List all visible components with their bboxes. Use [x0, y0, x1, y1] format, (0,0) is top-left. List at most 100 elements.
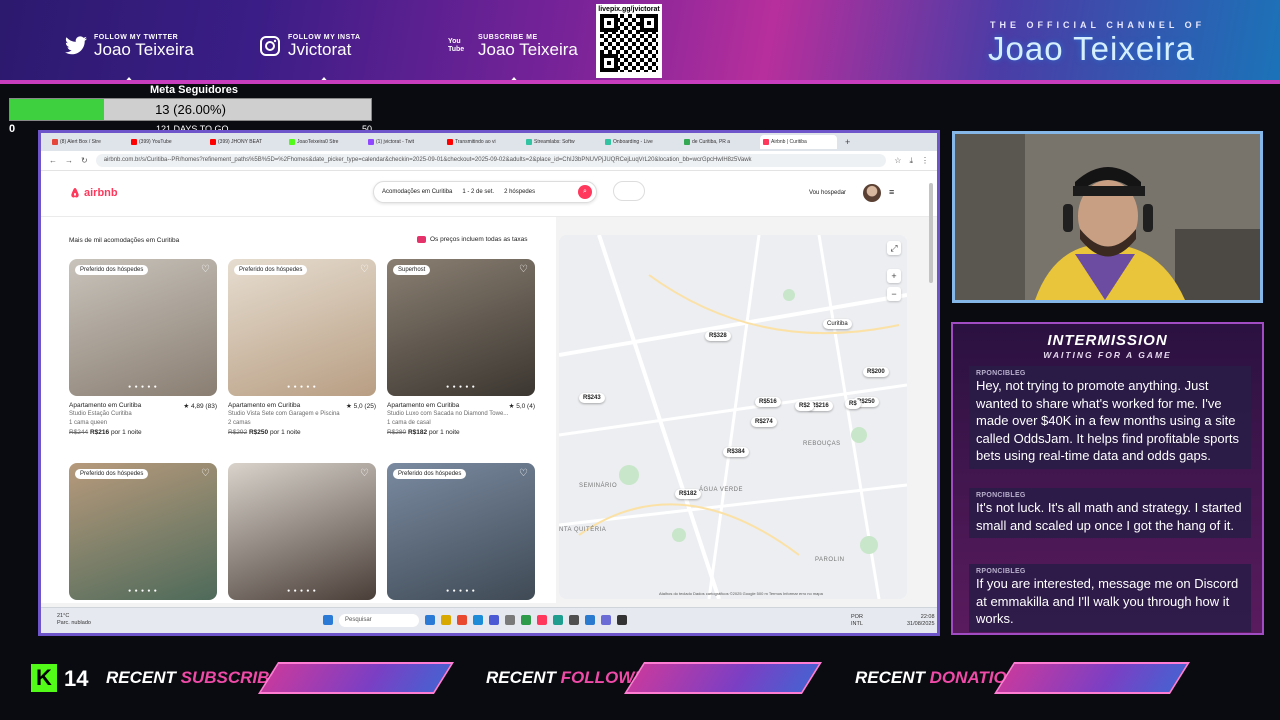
heart-icon[interactable]: ♡ — [519, 264, 528, 275]
page-scrollbar[interactable] — [929, 183, 933, 283]
browser-tab[interactable]: (399) JHONY BEAT — [207, 135, 284, 149]
price-pin[interactable]: R$516 — [755, 397, 781, 407]
map-view[interactable]: R$328 R$200 R$243 R$516 R$216 R$250 R$274 R$384… — [559, 235, 907, 599]
heart-icon[interactable]: ♡ — [519, 468, 528, 479]
taskbar-app-icon[interactable] — [489, 615, 499, 625]
taskbar-app-icon[interactable] — [457, 615, 467, 625]
qr-icon — [600, 14, 658, 72]
browser-tab[interactable]: Onboarding - Live — [602, 135, 679, 149]
listing-card[interactable]: Preferido dos hóspedes ♡ ● ● ● ● ● Apartame… — [69, 259, 217, 436]
listing-title: Apartamento em Curitiba — [228, 402, 301, 409]
heart-icon[interactable]: ♡ — [201, 468, 210, 479]
listing-card[interactable]: Preferido dos hóspedes ♡ ● ● ● ● ● Apartame… — [228, 259, 376, 436]
taskbar-clock[interactable]: 22:08 31/08/2025 — [907, 614, 935, 628]
heart-icon[interactable]: ♡ — [360, 264, 369, 275]
chat-username: RPONCIBLEG — [976, 370, 1026, 377]
filters-button[interactable]: Filtros — [613, 181, 646, 201]
address-bar[interactable]: airbnb.com.br/s/Curitiba--PR/homes?refin… — [95, 154, 887, 167]
browser-tab[interactable]: JoaoTeixeira0 Stre — [286, 135, 363, 149]
fullscreen-icon[interactable]: ⤢ — [887, 241, 901, 255]
listing-card[interactable]: ♡ ● ● ● ● ● — [228, 463, 376, 600]
star-icon[interactable]: ☆ — [894, 156, 901, 165]
browser-tab[interactable]: Streamlabs: Softw — [523, 135, 600, 149]
language-indicator[interactable]: POR INTL — [851, 614, 863, 628]
host-link[interactable]: Vou hospedar — [809, 190, 846, 196]
youtube-name: Joao Teixeira — [478, 40, 578, 59]
current-price: R$216 — [89, 429, 110, 436]
search-dates[interactable]: 1 - 2 de set. — [462, 189, 494, 195]
taskbar-app-icon[interactable] — [473, 615, 483, 625]
price-pin[interactable]: R$182 — [675, 489, 701, 499]
taskbar-app-icon[interactable] — [569, 615, 579, 625]
price-pin[interactable]: R$2 — [795, 401, 815, 411]
price-pin[interactable]: R$274 — [751, 417, 777, 427]
new-tab-icon[interactable]: + — [845, 137, 850, 147]
search-guests[interactable]: 2 hóspedes — [504, 189, 535, 195]
hamburger-menu-icon[interactable]: ≡ — [889, 187, 894, 197]
taskbar-app-icon[interactable] — [585, 615, 595, 625]
heart-icon[interactable]: ♡ — [360, 468, 369, 479]
taskbar-app-icon[interactable] — [521, 615, 531, 625]
airbnb-search-pill[interactable]: Acomodações em Curitiba 1 - 2 de set. 2 … — [373, 181, 597, 203]
taskbar-app-icon[interactable] — [441, 615, 451, 625]
tab-label: (399) YouTube — [139, 139, 172, 145]
screen-capture: (8) Alert Box / Stre (399) YouTube (399) J… — [38, 130, 940, 636]
tab-favicon-icon — [210, 139, 216, 145]
taskbar-app-icon[interactable] — [505, 615, 515, 625]
back-icon[interactable]: ← — [49, 156, 57, 165]
forward-icon[interactable]: → — [65, 156, 73, 165]
carousel-dots-icon: ● ● ● ● ● — [446, 588, 476, 594]
browser-tab[interactable]: (399) YouTube — [128, 135, 205, 149]
price-pin[interactable]: R$243 — [579, 393, 605, 403]
airbnb-logo[interactable]: airbnb — [69, 187, 118, 199]
price-pin[interactable]: R$328 — [705, 331, 731, 341]
taskbar-app-icon[interactable] — [601, 615, 611, 625]
current-price: R$250 — [248, 429, 269, 436]
price-pin[interactable]: R$384 — [723, 447, 749, 457]
recent-subscriber-box — [258, 662, 454, 694]
taskbar-app-icon[interactable] — [553, 615, 563, 625]
tab-label: Onboarding - Live — [613, 139, 653, 145]
avatar[interactable] — [863, 184, 881, 202]
browser-tab[interactable]: Transmitindo ao vi — [444, 135, 521, 149]
taskbar-search[interactable]: Pesquisar — [339, 614, 419, 627]
menu-dots-icon[interactable]: ⋮ — [921, 156, 929, 165]
tab-favicon-icon — [526, 139, 532, 145]
zoom-in-icon[interactable]: + — [887, 269, 901, 283]
listing-photo[interactable]: Superhost ♡ ● ● ● ● ● — [387, 259, 535, 396]
taskbar-app-icon[interactable] — [617, 615, 627, 625]
listing-photo[interactable]: Preferido dos hóspedes ♡ ● ● ● ● ● — [69, 259, 217, 396]
download-icon[interactable]: ⤓ — [909, 156, 913, 166]
listing-card[interactable]: Preferido dos hóspedes ♡ ● ● ● ● ● — [69, 463, 217, 600]
windows-start-icon[interactable] — [323, 615, 333, 625]
listing-photo[interactable]: ♡ ● ● ● ● ● — [228, 463, 376, 600]
tab-label: Transmitindo ao vi — [455, 139, 496, 145]
listing-badge: Preferido dos hóspedes — [75, 265, 149, 275]
tab-label: (1) jvictorat - Twit — [376, 139, 414, 145]
reload-icon[interactable]: ↻ — [81, 156, 88, 165]
browser-tab[interactable]: (8) Alert Box / Stre — [49, 135, 126, 149]
price-pin[interactable]: R$ — [845, 399, 861, 409]
weather-widget[interactable]: 21°C Parc. nublado — [57, 613, 91, 627]
taskbar-app-icon[interactable] — [425, 615, 435, 625]
heart-icon[interactable]: ♡ — [201, 264, 210, 275]
search-icon[interactable]: ⌕ — [578, 185, 592, 199]
listing-photo[interactable]: Preferido dos hóspedes ♡ ● ● ● ● ● — [228, 259, 376, 396]
zoom-out-icon[interactable]: − — [887, 287, 901, 301]
listing-photo[interactable]: Preferido dos hóspedes ♡ ● ● ● ● ● — [387, 463, 535, 600]
browser-tab[interactable]: (1) jvictorat - Twit — [365, 135, 442, 149]
clock-time: 22:08 — [920, 614, 935, 620]
listing-card[interactable]: Superhost ♡ ● ● ● ● ● Apartamento em Curiti… — [387, 259, 535, 436]
language-code: POR — [851, 614, 863, 620]
listing-photo[interactable]: Preferido dos hóspedes ♡ ● ● ● ● ● — [69, 463, 217, 600]
taskbar-app-icon[interactable] — [537, 615, 547, 625]
chat-message: RPONCIBLEG It's not luck. It's all math … — [969, 488, 1251, 538]
tab-favicon-icon — [684, 139, 690, 145]
goal-progress-text: 13 (26.00%) — [155, 102, 226, 117]
browser-tab[interactable]: Airbnb | Curitiba — [760, 135, 837, 149]
search-place[interactable]: Acomodações em Curitiba — [382, 189, 452, 195]
listing-card[interactable]: Preferido dos hóspedes ♡ ● ● ● ● ● — [387, 463, 535, 600]
price-pin[interactable]: R$200 — [863, 367, 889, 377]
channel-tagline: THE OFFICIAL CHANNEL OF — [990, 20, 1206, 30]
browser-tab[interactable]: de Curitiba, PR a — [681, 135, 758, 149]
